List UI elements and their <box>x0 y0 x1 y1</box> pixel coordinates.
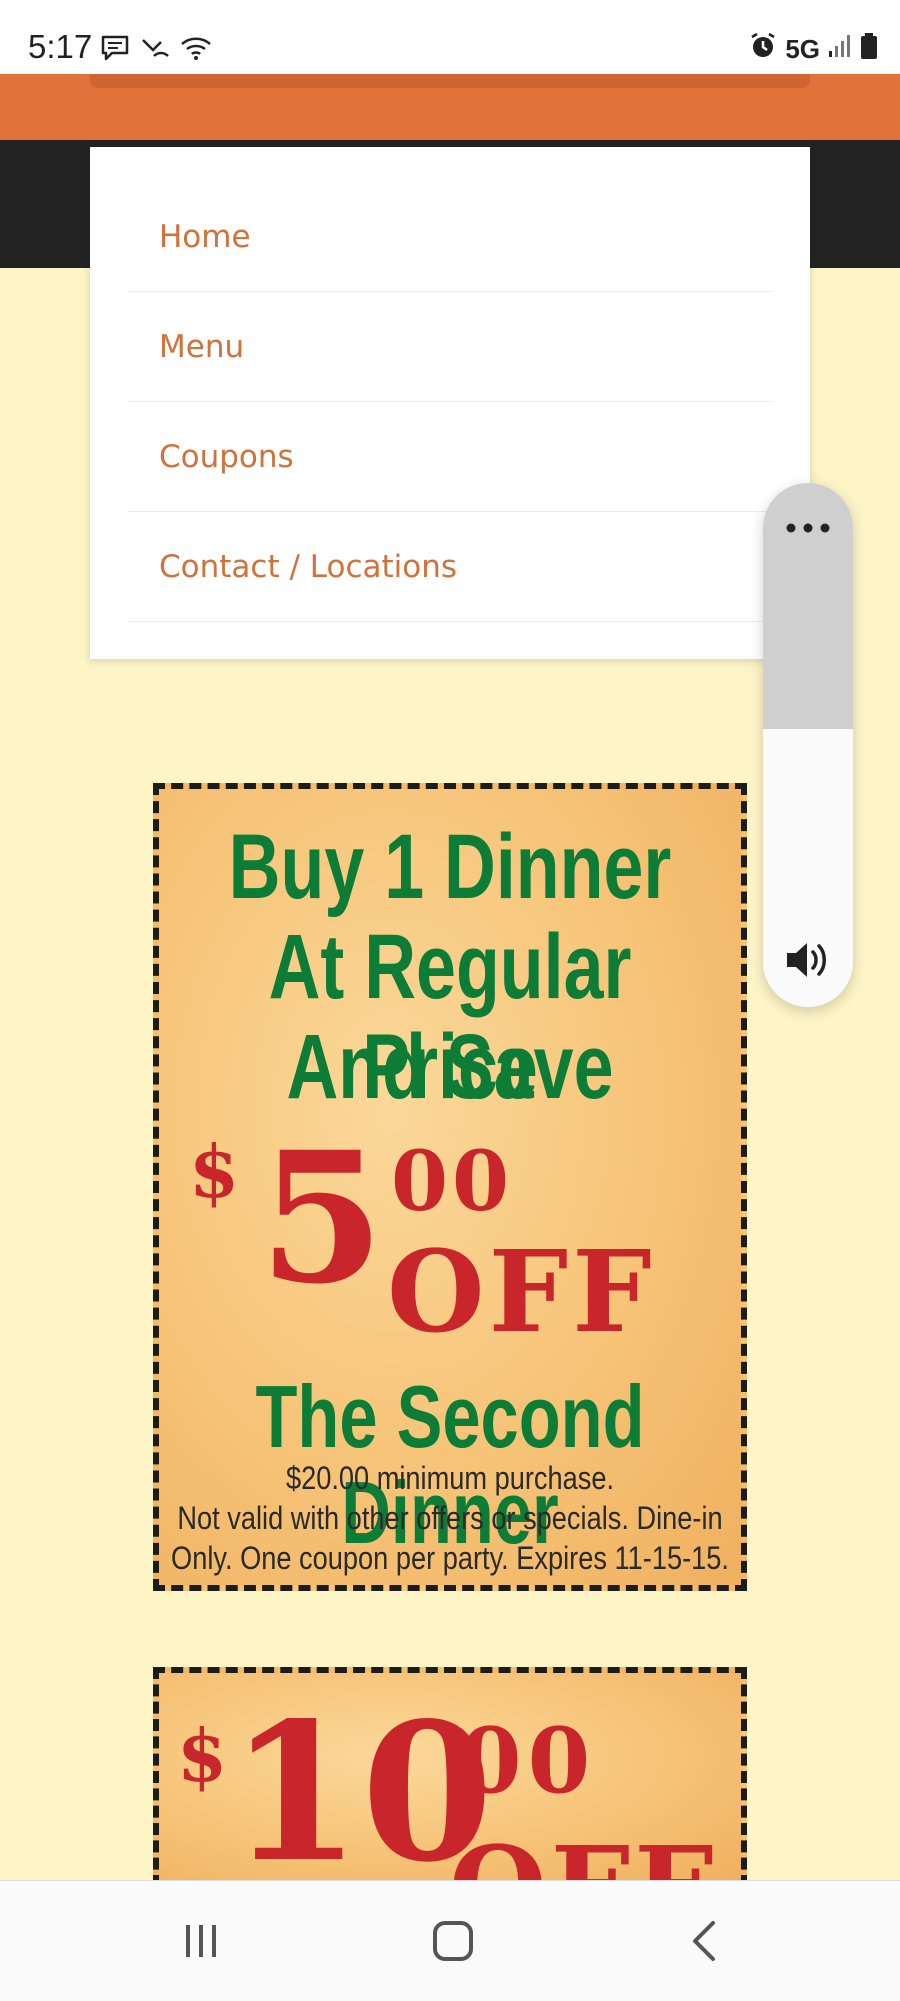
coupon-buy-one-save-five[interactable]: Buy 1 Dinner At Regular Price And Save $… <box>153 783 747 1591</box>
menu-item-label: Contact / Locations <box>159 548 458 585</box>
status-time: 5:17 <box>28 28 93 65</box>
home-icon[interactable] <box>413 1911 493 1971</box>
back-icon[interactable] <box>665 1911 745 1971</box>
wifi-icon <box>180 34 212 66</box>
battery-icon <box>860 32 878 67</box>
coupon-cents: 00 <box>391 1134 514 1230</box>
volume-panel[interactable] <box>763 483 853 1007</box>
nav-dropdown-menu: Home Menu Coupons Contact / Locations <box>90 147 810 659</box>
speaker-icon[interactable] <box>783 938 833 982</box>
coupon2-dollar-sign: $ <box>177 1713 228 1798</box>
coupon-amount: 5 <box>259 1113 385 1324</box>
coupon-dollar-sign: $ <box>189 1129 240 1214</box>
site-header <box>0 74 900 147</box>
menu-item-contact-locations[interactable]: Contact / Locations <box>127 512 773 622</box>
coupon-headline-3: And Save <box>286 1016 614 1118</box>
network-type: 5G <box>785 34 820 64</box>
coupon-headline-1: Buy 1 Dinner <box>228 816 672 918</box>
message-icon <box>100 34 130 66</box>
menu-item-coupons[interactable]: Coupons <box>127 402 773 512</box>
coupon2-cents: 00 <box>459 1708 597 1814</box>
header-tab <box>90 74 810 88</box>
recent-apps-icon[interactable] <box>161 1911 241 1971</box>
menu-item-home[interactable]: Home <box>127 182 773 292</box>
coupon-ten-off[interactable]: $ 10 00 OFF <box>153 1667 747 1887</box>
menu-item-label: Home <box>159 218 251 255</box>
signal-icon <box>828 33 852 66</box>
coupon-fine-print-1: $20.00 minimum purchase. <box>285 1460 615 1496</box>
more-dots-icon[interactable] <box>783 518 833 538</box>
menu-item-label: Coupons <box>159 438 294 475</box>
menu-item-label: Menu <box>159 328 245 365</box>
coupon-fine-print-3: Only. One coupon per party. Expires 11-1… <box>171 1540 729 1576</box>
coupon-fine-print-2: Not valid with other offers or specials.… <box>177 1500 723 1536</box>
menu-item-menu[interactable]: Menu <box>127 292 773 402</box>
status-bar: 5:17 5G <box>0 0 900 74</box>
coupon2-off-label: OFF <box>449 1823 718 1881</box>
coupon-off-label: OFF <box>387 1227 656 1358</box>
system-nav-bar <box>0 1880 900 2001</box>
alarm-icon <box>749 32 777 67</box>
missed-call-icon <box>140 34 170 66</box>
